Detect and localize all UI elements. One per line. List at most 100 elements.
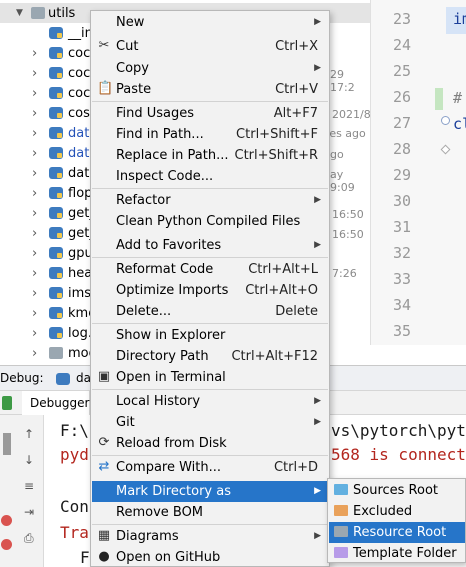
menu-item-find-in-path[interactable]: Find in Path... Ctrl+Shift+F [92, 124, 328, 145]
chevron-right-icon[interactable]: › [32, 326, 37, 341]
tree-meta: 16:50 [332, 208, 364, 221]
menu-item-show-in-explorer[interactable]: Show in Explorer [92, 325, 328, 346]
menu-item-directory-path[interactable]: Directory Path Ctrl+Alt+F12 [92, 346, 328, 367]
menu-item-label: Add to Favorites [116, 238, 222, 253]
submenu-item-sources-root[interactable]: Sources Root [329, 480, 465, 501]
chevron-right-icon[interactable]: › [32, 346, 37, 361]
github-icon: ● [98, 549, 110, 564]
print-icon[interactable]: ⎙ [24, 531, 36, 545]
tab-debugger-label: Debugger [30, 396, 90, 410]
menu-item-open-on-github[interactable]: ● Open on GitHub [92, 547, 328, 567]
chevron-right-icon[interactable]: › [32, 186, 37, 201]
chevron-right-icon[interactable]: › [32, 226, 37, 241]
menu-item-open-in-terminal[interactable]: ▣ Open in Terminal [92, 367, 328, 388]
menu-item-new[interactable]: New ▶ [92, 12, 328, 33]
line-number: 29 [392, 166, 411, 184]
python-file-icon [49, 47, 63, 59]
menu-item-label: Open in Terminal [116, 370, 226, 385]
terminal-icon: ▣ [97, 369, 111, 384]
submenu-arrow-icon: ▶ [314, 417, 321, 427]
wrap-icon[interactable]: ≡ [24, 479, 36, 493]
code-fragment: im [453, 10, 466, 28]
debug-run-tab[interactable]: da [76, 371, 91, 385]
chevron-right-icon[interactable]: › [32, 246, 37, 261]
menu-item-shortcut: Ctrl+Alt+L [248, 262, 318, 277]
code-editor[interactable]: 23 24 25 26 27 28 29 30 31 32 33 34 35 im # cl [370, 0, 466, 345]
console-line: Con [60, 497, 89, 516]
stop-icon[interactable] [1, 515, 12, 526]
menu-item-replace-in-path[interactable]: Replace in Path... Ctrl+Shift+R [92, 145, 328, 166]
menu-item-reload-from-disk[interactable]: ⟳ Reload from Disk [92, 433, 328, 454]
menu-item-refactor[interactable]: Refactor ▶ [92, 190, 328, 211]
menu-separator [92, 188, 328, 189]
submenu-arrow-icon: ▶ [314, 531, 321, 541]
chevron-right-icon[interactable]: › [32, 306, 37, 321]
chevron-right-icon[interactable]: › [32, 46, 37, 61]
menu-item-label: Open on GitHub [116, 550, 221, 565]
soft-wrap-icon[interactable]: ⇥ [24, 505, 36, 519]
menu-item-optimize-imports[interactable]: Optimize Imports Ctrl+Alt+O [92, 280, 328, 301]
python-file-icon [49, 67, 63, 79]
tree-item-name: log. [68, 325, 92, 341]
chevron-right-icon[interactable]: › [32, 66, 37, 81]
context-menu: New ▶ ✂ Cut Ctrl+X Copy ▶ 📋 Paste Ctrl+V Find Usag… [90, 10, 330, 567]
menu-item-remove-bom[interactable]: Remove BOM [92, 502, 328, 523]
menu-item-label: Cut [116, 39, 139, 54]
python-file-icon [49, 187, 63, 199]
menu-item-label: Clean Python Compiled Files [116, 214, 301, 229]
menu-item-mark-directory-as[interactable]: Mark Directory as ▶ [92, 481, 328, 502]
menu-item-label: Local History [116, 394, 201, 409]
menu-item-shortcut: Ctrl+Alt+O [245, 283, 318, 298]
chevron-right-icon[interactable]: › [32, 266, 37, 281]
chevron-right-icon[interactable]: › [32, 86, 37, 101]
fold-marker-icon[interactable] [440, 144, 451, 155]
menu-item-add-to-favorites[interactable]: Add to Favorites ▶ [92, 235, 328, 256]
submenu-item-resource-root[interactable]: Resource Root [329, 522, 465, 543]
menu-item-local-history[interactable]: Local History ▶ [92, 391, 328, 412]
chevron-right-icon[interactable]: › [32, 166, 37, 181]
menu-item-compare-with[interactable]: ⇄ Compare With... Ctrl+D [92, 457, 328, 478]
tree-meta: ay 9:09 [330, 168, 355, 194]
menu-item-label: Copy [116, 61, 149, 76]
tab-debugger[interactable]: Debugger [22, 391, 90, 415]
menu-item-delete[interactable]: Delete... Delete [92, 301, 328, 322]
scroll-icon[interactable] [3, 433, 11, 455]
submenu-arrow-icon: ▶ [314, 63, 321, 73]
menu-item-reformat-code[interactable]: Reformat Code Ctrl+Alt+L [92, 259, 328, 280]
submenu-item-template-folder[interactable]: Template Folder [329, 543, 465, 564]
menu-item-clean-python-compiled-files[interactable]: Clean Python Compiled Files [92, 211, 328, 232]
tree-meta: 7:26 [332, 267, 357, 280]
breakpoints-icon[interactable] [1, 539, 12, 550]
menu-item-cut[interactable]: ✂ Cut Ctrl+X [92, 36, 328, 57]
python-file-icon [49, 287, 63, 299]
chevron-right-icon[interactable]: › [32, 126, 37, 141]
menu-item-inspect-code[interactable]: Inspect Code... [92, 166, 328, 187]
resume-icon[interactable] [2, 396, 12, 410]
sources-root-folder-icon [334, 484, 348, 495]
tree-meta: tes ago [325, 127, 366, 140]
breakpoint-marker-icon[interactable] [441, 116, 450, 125]
chevron-right-icon[interactable]: › [32, 286, 37, 301]
menu-item-paste[interactable]: 📋 Paste Ctrl+V [92, 79, 328, 100]
line-number: 31 [392, 218, 411, 236]
template-folder-icon [334, 547, 348, 558]
menu-item-diagrams[interactable]: ▦ Diagrams ▶ [92, 526, 328, 547]
menu-separator [92, 257, 328, 258]
menu-item-label: Inspect Code... [116, 169, 214, 184]
line-number: 28 [392, 140, 411, 158]
line-number: 23 [392, 10, 411, 28]
chevron-right-icon[interactable]: › [32, 206, 37, 221]
menu-item-copy[interactable]: Copy ▶ [92, 58, 328, 79]
chevron-down-icon[interactable]: ▼ [16, 8, 23, 18]
menu-item-git[interactable]: Git ▶ [92, 412, 328, 433]
submenu-item-excluded[interactable]: Excluded [329, 501, 465, 522]
menu-item-label: Replace in Path... [116, 148, 229, 163]
chevron-right-icon[interactable]: › [32, 106, 37, 121]
menu-item-find-usages[interactable]: Find Usages Alt+F7 [92, 103, 328, 124]
debug-label: Debug: [0, 371, 44, 385]
arrow-down-icon[interactable]: ↓ [24, 453, 36, 467]
code-fragment: cl [453, 115, 466, 133]
arrow-up-icon[interactable]: ↑ [24, 427, 36, 441]
menu-item-shortcut: Ctrl+V [275, 82, 318, 97]
chevron-right-icon[interactable]: › [32, 146, 37, 161]
